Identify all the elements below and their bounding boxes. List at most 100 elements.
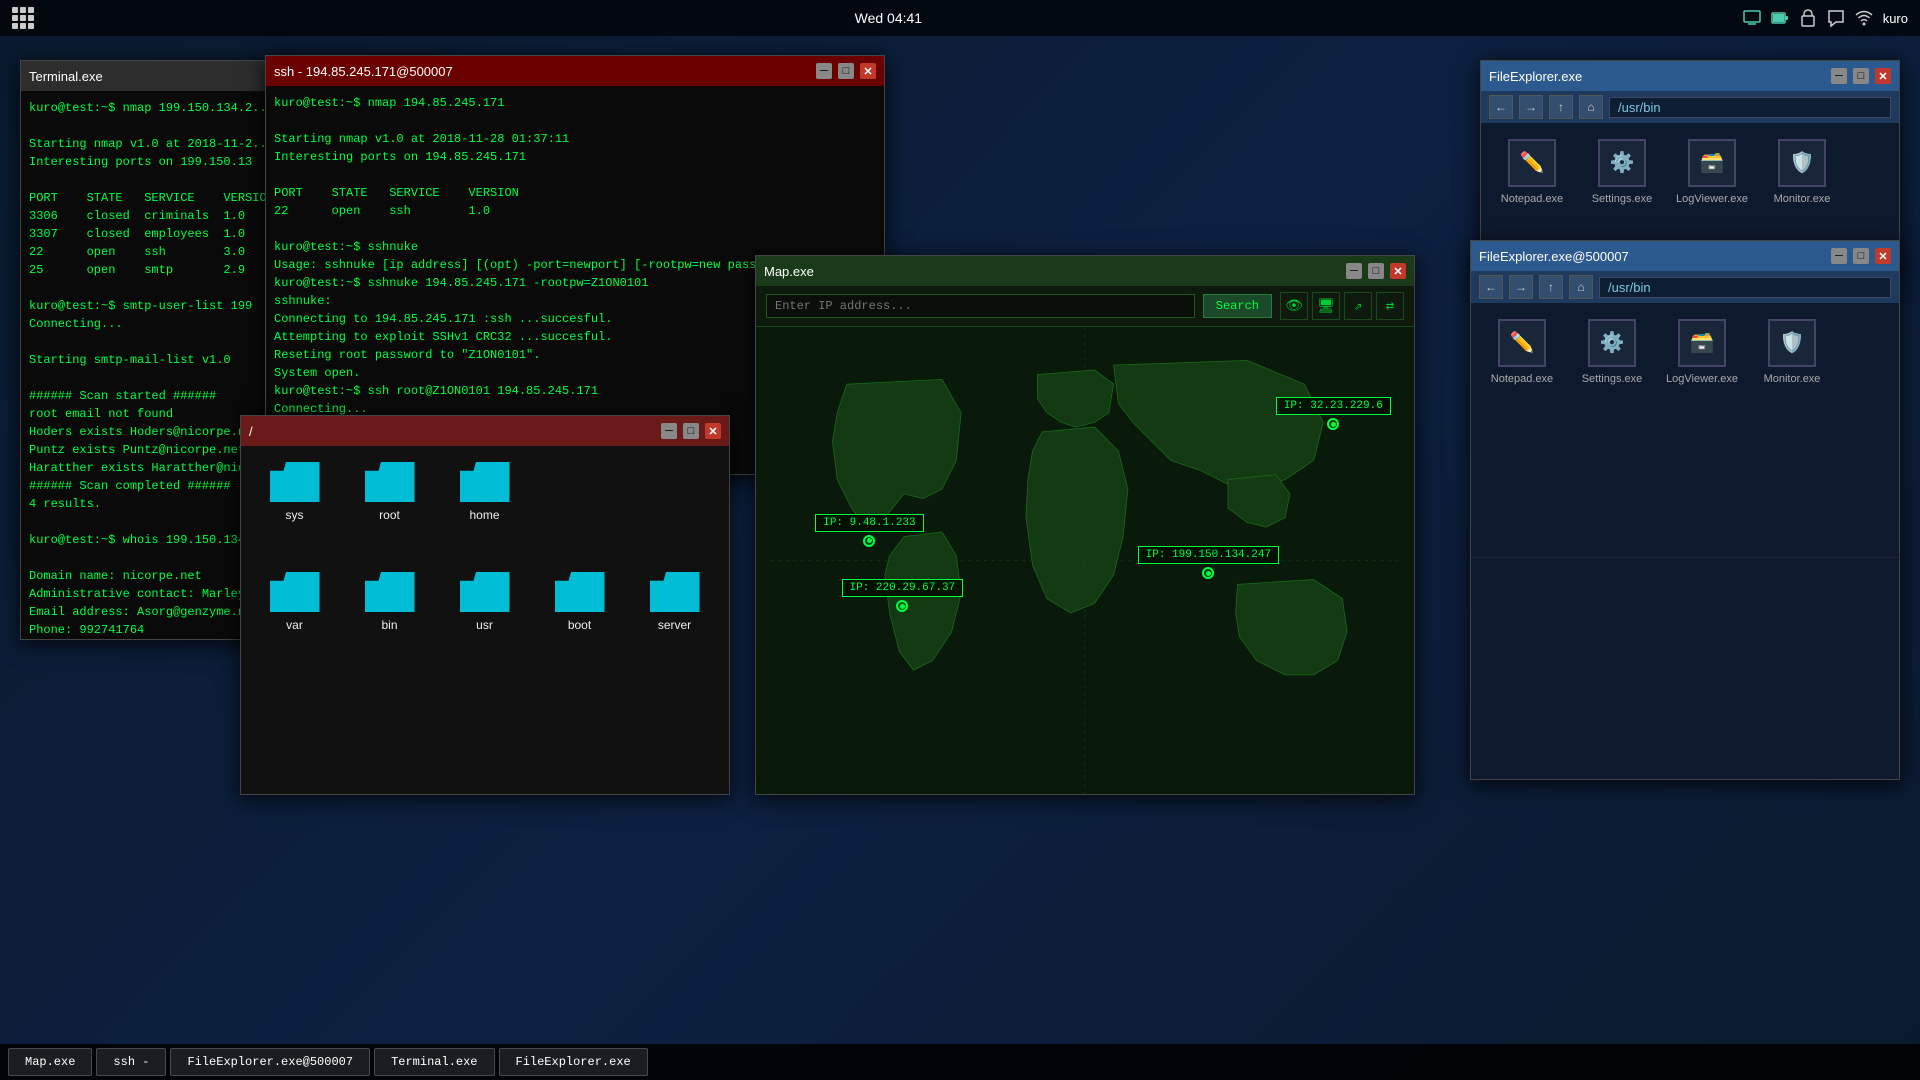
map-screen-icon[interactable]: 🖥 xyxy=(1312,292,1340,320)
map-eye-icon[interactable]: 👁 xyxy=(1280,292,1308,320)
map-maximize[interactable]: □ xyxy=(1368,263,1384,279)
fe500-toolbar: ← → ↑ ⌂ /usr/bin xyxy=(1471,271,1899,303)
fe500-back-button[interactable]: ← xyxy=(1479,275,1503,299)
fe2-folder-sys[interactable]: sys xyxy=(257,462,332,522)
fe500-monitor-label: Monitor.exe xyxy=(1764,373,1821,385)
fe-forward-button[interactable]: → xyxy=(1519,95,1543,119)
fe500-up-button[interactable]: ↑ xyxy=(1539,275,1563,299)
fe2-folder-server[interactable]: server xyxy=(637,572,712,632)
taskbar-bottom: Map.exe ssh - FileExplorer.exe@500007 Te… xyxy=(0,1044,1920,1080)
fe-item-monitor[interactable]: 🛡️ Monitor.exe xyxy=(1767,139,1837,205)
tray-screen-icon[interactable] xyxy=(1743,9,1761,27)
map-title: Map.exe xyxy=(764,264,814,279)
fileexplorer2-title: / xyxy=(249,424,253,439)
fe2-minimize[interactable]: ─ xyxy=(661,423,677,439)
fe-up-button[interactable]: ↑ xyxy=(1549,95,1573,119)
fe2-folder-boot[interactable]: boot xyxy=(542,572,617,632)
map-minimize[interactable]: ─ xyxy=(1346,263,1362,279)
taskbar-map-btn[interactable]: Map.exe xyxy=(8,1048,92,1076)
map-controls-btns: ─ □ ✕ xyxy=(1346,263,1406,279)
folder-var-icon xyxy=(270,572,320,612)
app-grid-icon[interactable] xyxy=(12,7,34,29)
fe500-minimize[interactable]: ─ xyxy=(1831,248,1847,264)
folder-usr-icon xyxy=(460,572,510,612)
fe2-folder-var[interactable]: var xyxy=(257,572,332,632)
fe500-forward-button[interactable]: → xyxy=(1509,275,1533,299)
ip-marker-4[interactable] xyxy=(1202,567,1214,579)
ssh-maximize[interactable]: □ xyxy=(838,63,854,79)
fe-main-maximize[interactable]: □ xyxy=(1853,68,1869,84)
tray-battery-icon[interactable] xyxy=(1771,9,1789,27)
fe2-folder-root[interactable]: root xyxy=(352,462,427,522)
map-shuffle-icon[interactable]: ⇄ xyxy=(1376,292,1404,320)
fe2-close[interactable]: ✕ xyxy=(705,423,721,439)
fe2-folder-root-label: root xyxy=(379,508,400,522)
fe-main-close[interactable]: ✕ xyxy=(1875,68,1891,84)
fileexplorer2-window: / ─ □ ✕ sys root home xyxy=(240,415,730,795)
fe500-titlebar[interactable]: FileExplorer.exe@500007 ─ □ ✕ xyxy=(1471,241,1899,271)
taskbar-fe500-btn[interactable]: FileExplorer.exe@500007 xyxy=(170,1048,370,1076)
fe-monitor-icon: 🛡️ xyxy=(1778,139,1826,187)
map-close[interactable]: ✕ xyxy=(1390,263,1406,279)
tray-lock-icon[interactable] xyxy=(1799,9,1817,27)
fe500-content: ✏️ Notepad.exe ⚙️ Settings.exe 🗃️ LogVie… xyxy=(1471,303,1899,557)
fe500-controls: ─ □ ✕ xyxy=(1831,248,1891,264)
fe500-maximize[interactable]: □ xyxy=(1853,248,1869,264)
fe2-folder-var-label: var xyxy=(286,618,303,632)
fileexplorer500-window: FileExplorer.exe@500007 ─ □ ✕ ← → ↑ ⌂ /u… xyxy=(1470,240,1900,780)
desktop: Wed 04:41 kuro xyxy=(0,0,1920,1080)
ip-tooltip-4: IP: 199.150.134.247 xyxy=(1138,546,1279,564)
fe-main-minimize[interactable]: ─ xyxy=(1831,68,1847,84)
map-titlebar[interactable]: Map.exe ─ □ ✕ xyxy=(756,256,1414,286)
fe-home-button[interactable]: ⌂ xyxy=(1579,95,1603,119)
fe500-notepad-label: Notepad.exe xyxy=(1491,373,1553,385)
fe-item-notepad[interactable]: ✏️ Notepad.exe xyxy=(1497,139,1567,205)
fe500-notepad-icon: ✏️ xyxy=(1498,319,1546,367)
ssh-titlebar[interactable]: ssh - 194.85.245.171@500007 ─ □ ✕ xyxy=(266,56,884,86)
fe2-folder-usr[interactable]: usr xyxy=(447,572,522,632)
fe-logviewer-label: LogViewer.exe xyxy=(1676,193,1748,205)
fe2-folder-boot-label: boot xyxy=(568,618,591,632)
fe-item-settings[interactable]: ⚙️ Settings.exe xyxy=(1587,139,1657,205)
fe2-folder-sys-label: sys xyxy=(286,508,304,522)
fe500-item-notepad[interactable]: ✏️ Notepad.exe xyxy=(1487,319,1557,385)
ssh-close[interactable]: ✕ xyxy=(860,63,876,79)
fe500-item-logviewer[interactable]: 🗃️ LogViewer.exe xyxy=(1667,319,1737,385)
fe500-close[interactable]: ✕ xyxy=(1875,248,1891,264)
ssh-controls: ─ □ ✕ xyxy=(816,63,876,79)
fe500-title: FileExplorer.exe@500007 xyxy=(1479,249,1629,264)
username-display: kuro xyxy=(1883,11,1908,26)
folder-sys-icon xyxy=(270,462,320,502)
ip-marker-1[interactable] xyxy=(1327,418,1339,430)
fe500-settings-label: Settings.exe xyxy=(1582,373,1643,385)
fe2-folder-bin[interactable]: bin xyxy=(352,572,427,632)
fe-back-button[interactable]: ← xyxy=(1489,95,1513,119)
map-search-button[interactable]: Search xyxy=(1203,294,1272,318)
fe500-home-button[interactable]: ⌂ xyxy=(1569,275,1593,299)
fe500-logviewer-label: LogViewer.exe xyxy=(1666,373,1738,385)
fileexplorer2-titlebar[interactable]: / ─ □ ✕ xyxy=(241,416,729,446)
ip-marker-3[interactable] xyxy=(896,600,908,612)
taskbar-terminal-btn[interactable]: Terminal.exe xyxy=(374,1048,494,1076)
ssh-minimize[interactable]: ─ xyxy=(816,63,832,79)
ip-marker-2[interactable] xyxy=(863,535,875,547)
fe-path-display: /usr/bin xyxy=(1609,97,1891,118)
ssh-title: ssh - 194.85.245.171@500007 xyxy=(274,64,453,79)
fe2-maximize[interactable]: □ xyxy=(683,423,699,439)
map-toolbar: Search 👁 🖥 ⇗ ⇄ xyxy=(756,286,1414,327)
taskbar-fe-btn[interactable]: FileExplorer.exe xyxy=(499,1048,648,1076)
folder-boot-icon xyxy=(555,572,605,612)
fe-item-logviewer[interactable]: 🗃️ LogViewer.exe xyxy=(1677,139,1747,205)
fileexplorer-main-titlebar[interactable]: FileExplorer.exe ─ □ ✕ xyxy=(1481,61,1899,91)
fe2-folder-home[interactable]: home xyxy=(447,462,522,522)
fe500-item-settings[interactable]: ⚙️ Settings.exe xyxy=(1577,319,1647,385)
taskbar-ssh-btn[interactable]: ssh - xyxy=(96,1048,166,1076)
tray-wifi-icon[interactable] xyxy=(1855,9,1873,27)
fe500-item-monitor[interactable]: 🛡️ Monitor.exe xyxy=(1757,319,1827,385)
map-share-icon[interactable]: ⇗ xyxy=(1344,292,1372,320)
taskbar-top: Wed 04:41 kuro xyxy=(0,0,1920,36)
folder-bin-icon xyxy=(365,572,415,612)
map-ip-input[interactable] xyxy=(766,294,1195,318)
tray-chat-icon[interactable] xyxy=(1827,9,1845,27)
fe-notepad-icon: ✏️ xyxy=(1508,139,1556,187)
